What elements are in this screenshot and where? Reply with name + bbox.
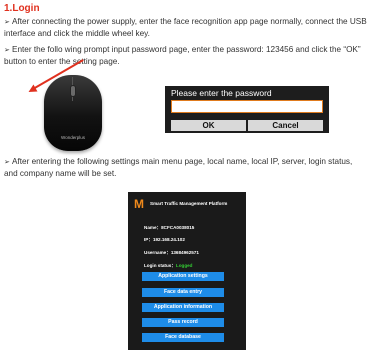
app-title: Smart Traffic Management Platform bbox=[150, 201, 228, 206]
login-status-row: Login status：Logged bbox=[144, 263, 193, 269]
username-value: 13684962571 bbox=[170, 250, 199, 255]
application-settings-button[interactable]: Application settings bbox=[142, 272, 224, 281]
instruction-text-3: After entering the following settings ma… bbox=[4, 157, 353, 178]
cancel-button[interactable]: Cancel bbox=[248, 120, 323, 131]
instruction-paragraph-2: ➢ Enter the follo wing prompt input passw… bbox=[4, 45, 368, 67]
mouse-brand-label: Wonderplus bbox=[61, 135, 85, 140]
section-heading: 1.Login bbox=[4, 3, 40, 14]
ip-value: 192.168.24.102 bbox=[152, 237, 185, 242]
settings-main-menu-screen: M Smart Traffic Management Platform Name… bbox=[128, 192, 246, 350]
face-database-button[interactable]: Face database bbox=[142, 333, 224, 342]
ok-button[interactable]: OK bbox=[171, 120, 246, 131]
mouse-wheel-icon bbox=[70, 85, 76, 97]
instruction-text-2: Enter the follo wing prompt input passwo… bbox=[4, 45, 361, 66]
face-data-entry-button[interactable]: Face data entry bbox=[142, 288, 224, 297]
bullet-arrow-icon: ➢ bbox=[4, 19, 10, 26]
bullet-arrow-icon: ➢ bbox=[4, 159, 10, 166]
device-name-value: 8CFCA0038015 bbox=[161, 225, 195, 230]
pass-record-button[interactable]: Pass record bbox=[142, 318, 224, 327]
app-logo-icon: M bbox=[134, 197, 144, 211]
ip-row: IP：192.168.24.102 bbox=[144, 237, 185, 243]
password-input[interactable] bbox=[171, 100, 323, 113]
device-name-label: Name： bbox=[144, 225, 162, 230]
mouse-image: Wonderplus bbox=[44, 75, 102, 151]
instruction-paragraph-3: ➢ After entering the following settings m… bbox=[4, 157, 368, 179]
login-status-value: Logged bbox=[175, 263, 193, 268]
ip-label: IP： bbox=[144, 237, 153, 242]
password-dialog: Please enter the password OK Cancel bbox=[165, 86, 329, 133]
bullet-arrow-icon: ➢ bbox=[4, 47, 10, 54]
login-status-label: Login status： bbox=[144, 263, 176, 268]
instruction-paragraph-1: ➢ After connecting the power supply, ente… bbox=[4, 17, 368, 39]
password-dialog-title: Please enter the password bbox=[171, 88, 272, 98]
instruction-text-1: After connecting the power supply, enter… bbox=[4, 17, 367, 38]
application-information-button[interactable]: Application information bbox=[142, 303, 224, 312]
username-row: Username：13684962571 bbox=[144, 250, 199, 256]
device-name-row: Name：8CFCA0038015 bbox=[144, 225, 194, 231]
username-label: Username： bbox=[144, 250, 171, 255]
app-header: M Smart Traffic Management Platform bbox=[128, 192, 246, 214]
